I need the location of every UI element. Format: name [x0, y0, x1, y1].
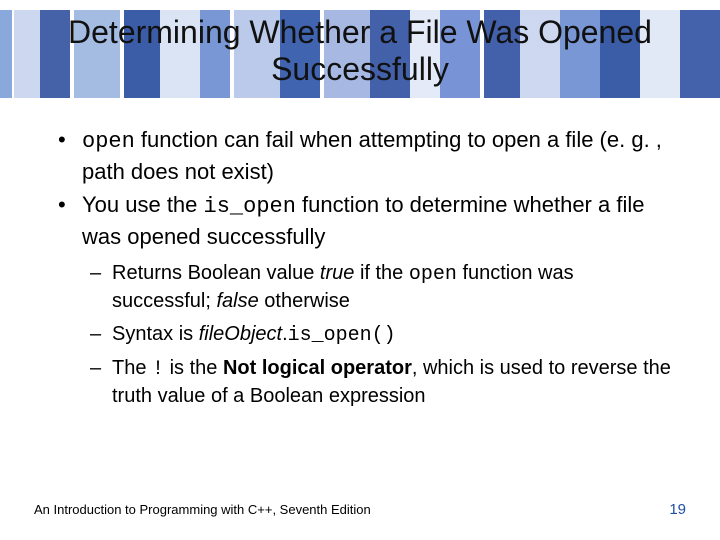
text-span: if the: [354, 262, 408, 284]
code-span: open: [409, 263, 457, 286]
bullet-item: open function can fail when attempting t…: [58, 125, 674, 186]
sub-bullet-item: Syntax is fileObject.is_open(): [90, 321, 674, 349]
emphasis-span: fileObject: [199, 323, 282, 345]
bullet-list: open function can fail when attempting t…: [58, 125, 674, 410]
text-span: function can fail when attempting to ope…: [82, 127, 662, 184]
sub-bullet-item: Returns Boolean value true if the open f…: [90, 260, 674, 315]
text-span: otherwise: [259, 290, 350, 312]
emphasis-span: false: [216, 290, 258, 312]
text-span: Returns Boolean value: [112, 262, 320, 284]
code-span: is_open(): [288, 324, 396, 347]
emphasis-span: true: [320, 262, 354, 284]
slide-body: open function can fail when attempting t…: [58, 125, 674, 416]
text-span: You use the: [82, 192, 204, 217]
text-span: is the: [164, 357, 223, 379]
slide: Determining Whether a File Was Opened Su…: [0, 0, 720, 540]
page-number: 19: [669, 501, 686, 518]
sub-bullet-list: Returns Boolean value true if the open f…: [90, 260, 674, 410]
text-span: The: [112, 357, 152, 379]
bullet-item: You use the is_open function to determin…: [58, 190, 674, 409]
footer-book-title: An Introduction to Programming with C++,…: [34, 502, 371, 517]
sub-bullet-item: The ! is the Not logical operator, which…: [90, 355, 674, 410]
code-span: open: [82, 129, 135, 154]
bold-span: Not logical operator: [223, 357, 412, 379]
text-span: Syntax is: [112, 323, 199, 345]
code-span: !: [152, 358, 164, 381]
slide-footer: An Introduction to Programming with C++,…: [34, 501, 686, 518]
code-span: is_open: [204, 194, 296, 219]
slide-title: Determining Whether a File Was Opened Su…: [0, 14, 720, 88]
